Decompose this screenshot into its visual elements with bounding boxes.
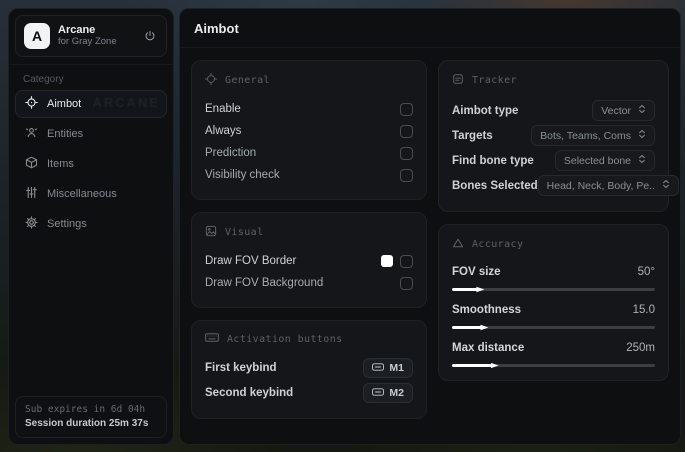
sidebar-item-label: Settings (47, 218, 87, 230)
person-icon (25, 126, 38, 142)
keybind-icon (372, 387, 385, 399)
visibility-check-checkbox[interactable] (400, 168, 413, 182)
setting-row-bones-selected: Bones Selected Head, Neck, Body, Pe.. (452, 173, 680, 198)
sidebar-item-label: Miscellaneous (47, 188, 117, 200)
fov-size-slider[interactable] (452, 288, 655, 291)
find-bone-type-select[interactable]: Selected bone (554, 150, 655, 171)
sidebar-item-label: Items (47, 158, 74, 170)
subscription-footer: Sub expires in 6d 04h Session duration 2… (15, 396, 167, 438)
max-distance-slider[interactable] (452, 364, 655, 367)
aimbot-type-select[interactable]: Vector (592, 100, 655, 121)
smoothness-group: Smoothness 15.0 (452, 300, 655, 329)
visual-section-title: Visual (225, 227, 264, 238)
sidebar-item-aimbot[interactable]: Aimbot ARCANE (15, 90, 167, 118)
accuracy-section-title: Accuracy (472, 239, 524, 250)
power-icon[interactable] (142, 28, 158, 44)
general-card: General Enable Always Prediction Visibil… (191, 60, 427, 200)
setting-row-aimbot-type: Aimbot type Vector (452, 98, 655, 123)
fov-border-color-swatch[interactable] (381, 255, 393, 267)
unfold-icon (638, 104, 646, 117)
sliders-icon (25, 186, 38, 202)
unfold-icon (638, 129, 646, 142)
sub-expires-text: Sub expires in 6d 04h (25, 404, 146, 415)
app-logo: A (24, 23, 50, 49)
app-subtitle: for Gray Zone (58, 35, 117, 47)
general-icon (205, 73, 217, 88)
targets-select[interactable]: Bots, Teams, Coms (531, 125, 655, 146)
keybind-icon (372, 362, 385, 374)
page-title: Aimbot (194, 21, 239, 36)
setting-row-draw-fov-border: Draw FOV Border (205, 250, 413, 272)
sidebar-nav: Aimbot ARCANE Entities Items Miscellaneo… (9, 90, 173, 238)
cube-icon (25, 156, 38, 172)
enable-checkbox[interactable] (400, 102, 413, 116)
image-icon (205, 225, 217, 240)
fov-size-group: FOV size 50° (452, 262, 655, 291)
game-background: A Arcane for Gray Zone Category Aimbot A… (0, 0, 685, 452)
keyboard-icon (205, 333, 219, 345)
unfold-icon (638, 154, 646, 167)
session-duration-text: Session duration 25m 37s (25, 418, 149, 429)
scan-icon (452, 73, 464, 88)
setting-row-targets: Targets Bots, Teams, Coms (452, 123, 655, 148)
first-keybind-button[interactable]: M1 (363, 357, 413, 378)
sidebar-header: A Arcane for Gray Zone (9, 9, 173, 65)
sidebar-item-items[interactable]: Items (15, 150, 167, 178)
max-distance-value: 250m (626, 342, 655, 354)
setting-row-draw-fov-background: Draw FOV Background (205, 272, 413, 294)
smoothness-slider[interactable] (452, 326, 655, 329)
setting-row-first-keybind: First keybind M1 (205, 355, 413, 380)
always-checkbox[interactable] (400, 124, 413, 138)
setting-row-always: Always (205, 120, 413, 142)
sidebar-item-label: Aimbot (47, 98, 82, 110)
sidebar-item-entities[interactable]: Entities (15, 120, 167, 148)
app-card: A Arcane for Gray Zone (15, 15, 167, 57)
setting-row-visibility-check: Visibility check (205, 164, 413, 186)
main-panel: Aimbot General Enable Always Prediction … (179, 8, 681, 445)
main-header: Aimbot (180, 9, 680, 48)
prediction-checkbox[interactable] (400, 146, 413, 160)
accuracy-card: Accuracy FOV size 50° Smoothness 15.0 Ma… (438, 224, 669, 381)
second-keybind-button[interactable]: M2 (363, 382, 413, 403)
sidebar-item-label: Entities (47, 128, 84, 140)
tracker-section-title: Tracker (472, 75, 517, 86)
draw-fov-border-checkbox[interactable] (400, 254, 413, 268)
category-label: Category (23, 74, 64, 85)
smoothness-value: 15.0 (632, 304, 655, 316)
max-distance-group: Max distance 250m (452, 338, 655, 367)
gear-icon (25, 216, 38, 232)
sidebar: A Arcane for Gray Zone Category Aimbot A… (8, 8, 174, 445)
activation-buttons-card: Activation buttons First keybind M1 Seco… (191, 320, 427, 419)
crosshair-icon (25, 96, 38, 112)
sidebar-item-settings[interactable]: Settings (15, 210, 167, 238)
sidebar-item-miscellaneous[interactable]: Miscellaneous (15, 180, 167, 208)
bones-selected-select[interactable]: Head, Neck, Body, Pe.. (537, 175, 680, 196)
setting-row-find-bone-type: Find bone type Selected bone (452, 148, 655, 173)
unfold-icon (662, 179, 670, 192)
visual-card: Visual Draw FOV Border Draw FOV Backgrou… (191, 212, 427, 308)
arcane-watermark: ARCANE (92, 95, 160, 110)
setting-row-second-keybind: Second keybind M2 (205, 380, 413, 405)
activation-section-title: Activation buttons (227, 333, 343, 345)
app-name: Arcane (58, 24, 96, 37)
draw-fov-background-checkbox[interactable] (400, 276, 413, 290)
triangle-icon (452, 237, 464, 252)
general-section-title: General (225, 75, 270, 86)
setting-row-enable: Enable (205, 98, 413, 120)
setting-row-prediction: Prediction (205, 142, 413, 164)
fov-size-value: 50° (637, 266, 655, 278)
tracker-card: Tracker Aimbot type Vector Targets Bots,… (438, 60, 680, 212)
